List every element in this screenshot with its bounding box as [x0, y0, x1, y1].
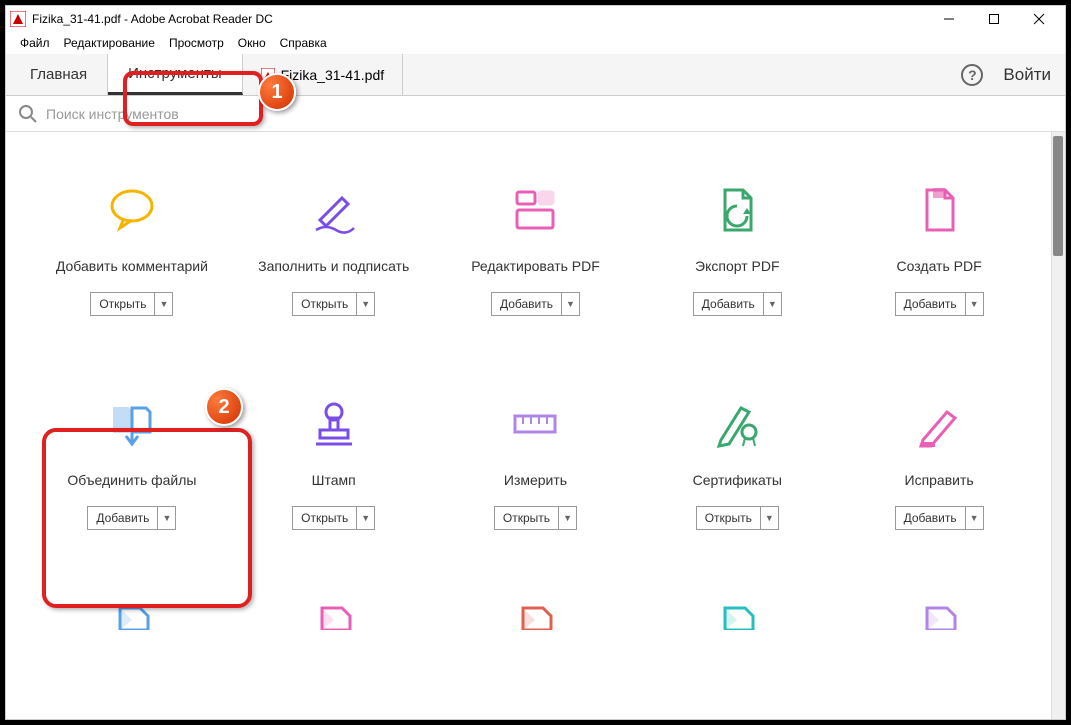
- callout-badge-2: 2: [205, 388, 243, 426]
- tools-row-partial: [36, 600, 1035, 630]
- tool-card: Измерить Открыть ▼: [440, 396, 632, 530]
- tools-content: Добавить комментарий Открыть ▼ Заполнить…: [6, 132, 1065, 719]
- tool-label: Добавить комментарий: [56, 248, 208, 284]
- tool-icon-partial[interactable]: [709, 600, 765, 630]
- chevron-down-icon[interactable]: ▼: [561, 293, 579, 315]
- tool-card: Добавить комментарий Открыть ▼: [36, 182, 228, 316]
- tabbar-right: ? Войти: [961, 54, 1065, 95]
- tool-card: Редактировать PDF Добавить ▼: [440, 182, 632, 316]
- menubar: Файл Редактирование Просмотр Окно Справк…: [6, 32, 1065, 54]
- titlebar: Fizika_31-41.pdf - Adobe Acrobat Reader …: [6, 6, 1065, 32]
- tool-action-button[interactable]: Добавить ▼: [491, 292, 580, 316]
- tool-card: Исправить Добавить ▼: [843, 396, 1035, 530]
- window-controls: [926, 6, 1061, 32]
- menu-help[interactable]: Справка: [276, 34, 331, 52]
- tool-icon-partial[interactable]: [306, 600, 362, 630]
- tool-label: Экспорт PDF: [695, 248, 780, 284]
- menu-edit[interactable]: Редактирование: [60, 34, 159, 52]
- search-input[interactable]: [46, 106, 1053, 122]
- chevron-down-icon[interactable]: ▼: [558, 507, 576, 529]
- stamp-icon[interactable]: [306, 396, 362, 452]
- tool-label: Сертификаты: [693, 462, 782, 498]
- combine-icon[interactable]: [104, 396, 160, 452]
- create-icon[interactable]: [911, 182, 967, 238]
- comment-icon[interactable]: [104, 182, 160, 238]
- tool-action-button[interactable]: Открыть ▼: [696, 506, 779, 530]
- maximize-button[interactable]: [971, 6, 1016, 32]
- tool-action-button[interactable]: Открыть ▼: [292, 292, 375, 316]
- chevron-down-icon[interactable]: ▼: [763, 293, 781, 315]
- tool-action-label: Добавить: [492, 297, 561, 311]
- tool-action-button[interactable]: Открыть ▼: [494, 506, 577, 530]
- help-button[interactable]: ?: [961, 64, 983, 86]
- searchbar: [6, 96, 1065, 132]
- tool-action-label: Открыть: [697, 511, 760, 525]
- redact-icon[interactable]: [911, 396, 967, 452]
- tool-action-button[interactable]: Открыть ▼: [292, 506, 375, 530]
- menu-window[interactable]: Окно: [234, 34, 270, 52]
- tabbar: Главная Инструменты Fizika_31-41.pdf ? В…: [6, 54, 1065, 96]
- tool-label: Редактировать PDF: [471, 248, 600, 284]
- minimize-button[interactable]: [926, 6, 971, 32]
- tool-card: Экспорт PDF Добавить ▼: [641, 182, 833, 316]
- callout-badge-1: 1: [258, 73, 296, 111]
- tool-action-label: Добавить: [896, 297, 965, 311]
- tab-home[interactable]: Главная: [10, 54, 108, 95]
- chevron-down-icon[interactable]: ▼: [965, 293, 983, 315]
- tool-action-label: Добавить: [88, 511, 157, 525]
- tool-action-label: Добавить: [694, 297, 763, 311]
- tool-card: Объединить файлы Добавить ▼: [36, 396, 228, 530]
- login-link[interactable]: Войти: [1003, 65, 1051, 85]
- tab-document-label: Fizika_31-41.pdf: [281, 67, 385, 83]
- tool-card: Сертификаты Открыть ▼: [641, 396, 833, 530]
- tool-action-label: Открыть: [293, 511, 356, 525]
- tool-icon-partial[interactable]: [104, 600, 160, 630]
- app-icon: [10, 11, 26, 27]
- tool-label: Измерить: [504, 462, 567, 498]
- tools-grid: Добавить комментарий Открыть ▼ Заполнить…: [36, 182, 1035, 530]
- chevron-down-icon[interactable]: ▼: [154, 293, 172, 315]
- export-icon[interactable]: [709, 182, 765, 238]
- tool-action-button[interactable]: Добавить ▼: [895, 292, 984, 316]
- tool-card: Заполнить и подписать Открыть ▼: [238, 182, 430, 316]
- tool-icon-partial[interactable]: [507, 600, 563, 630]
- tool-card: Штамп Открыть ▼: [238, 396, 430, 530]
- tool-action-label: Открыть: [495, 511, 558, 525]
- menu-file[interactable]: Файл: [16, 34, 54, 52]
- tool-card: Создать PDF Добавить ▼: [843, 182, 1035, 316]
- scrollbar-thumb[interactable]: [1053, 136, 1063, 256]
- tool-label: Исправить: [905, 462, 974, 498]
- tool-action-label: Добавить: [896, 511, 965, 525]
- tool-action-label: Открыть: [293, 297, 356, 311]
- tool-label: Заполнить и подписать: [258, 248, 409, 284]
- tool-action-button[interactable]: Открыть ▼: [90, 292, 173, 316]
- tool-icon-partial[interactable]: [911, 600, 967, 630]
- app-window: Fizika_31-41.pdf - Adobe Acrobat Reader …: [5, 5, 1066, 720]
- tool-label: Создать PDF: [897, 248, 982, 284]
- measure-icon[interactable]: [507, 396, 563, 452]
- close-button[interactable]: [1016, 6, 1061, 32]
- tool-action-label: Открыть: [91, 297, 154, 311]
- cert-icon[interactable]: [709, 396, 765, 452]
- chevron-down-icon[interactable]: ▼: [356, 293, 374, 315]
- menu-view[interactable]: Просмотр: [165, 34, 228, 52]
- chevron-down-icon[interactable]: ▼: [760, 507, 778, 529]
- scrollbar[interactable]: [1051, 132, 1065, 719]
- edit-icon[interactable]: [507, 182, 563, 238]
- chevron-down-icon[interactable]: ▼: [356, 507, 374, 529]
- search-icon: [18, 104, 38, 124]
- sign-icon[interactable]: [306, 182, 362, 238]
- chevron-down-icon[interactable]: ▼: [965, 507, 983, 529]
- chevron-down-icon[interactable]: ▼: [157, 507, 175, 529]
- tool-action-button[interactable]: Добавить ▼: [693, 292, 782, 316]
- tool-label: Штамп: [312, 462, 356, 498]
- tool-action-button[interactable]: Добавить ▼: [87, 506, 176, 530]
- tool-action-button[interactable]: Добавить ▼: [895, 506, 984, 530]
- tool-label: Объединить файлы: [67, 462, 196, 498]
- tab-tools[interactable]: Инструменты: [108, 54, 243, 95]
- window-title: Fizika_31-41.pdf - Adobe Acrobat Reader …: [32, 12, 926, 26]
